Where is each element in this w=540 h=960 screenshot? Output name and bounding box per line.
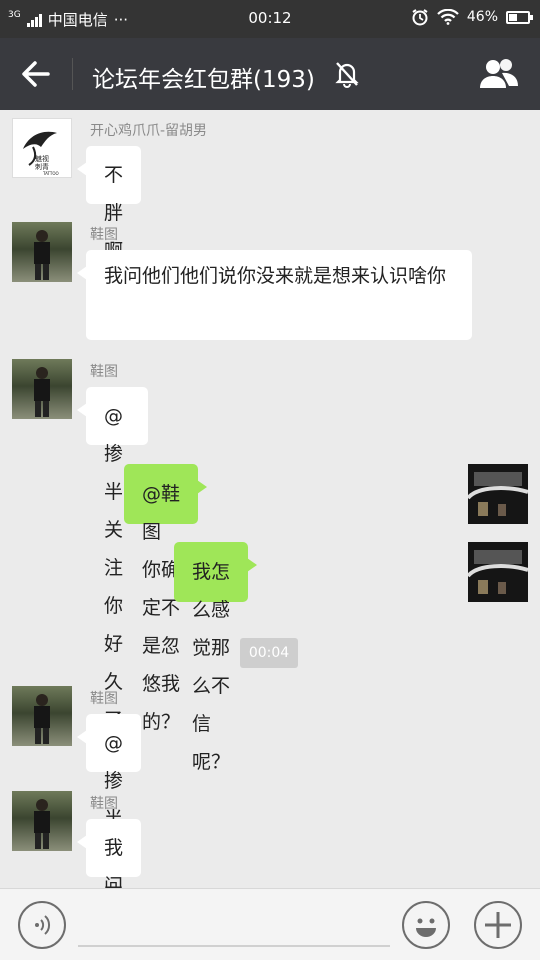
avatar[interactable] [468, 542, 528, 602]
more-button[interactable] [474, 901, 522, 949]
avatar[interactable] [12, 686, 72, 746]
message-bubble[interactable]: @掺半 你不信问万紫千红 [76, 714, 142, 944]
avatar[interactable] [12, 222, 72, 282]
header-divider [72, 58, 73, 90]
person-photo [34, 230, 50, 280]
message-bubble[interactable]: @掺半 关注你好久了 [77, 387, 148, 769]
bell-off-icon [335, 62, 359, 88]
message-bubble[interactable]: 我怎么感觉那么不信呢？ [174, 542, 257, 773]
sender-name: 鞋图 [90, 364, 118, 380]
person-photo [34, 694, 50, 744]
avatar[interactable] [468, 464, 528, 524]
person-photo [34, 367, 50, 417]
plus-icon [485, 912, 511, 938]
emoji-button[interactable] [402, 901, 450, 949]
chat-title: 论坛年会红包群(193) [92, 67, 315, 93]
arrow-left-icon[interactable] [18, 58, 54, 90]
message-bubble[interactable]: 我问他们他们说你没来就是想来认识啥你 [77, 250, 472, 340]
avatar[interactable]: 魅视 刺青 TATTOO [12, 118, 72, 178]
sender-name: 鞋图 [90, 796, 118, 812]
emoji-icon [416, 918, 436, 937]
avatar[interactable] [12, 791, 72, 851]
status-bar: 3G 中国电信 ··· 00:12 46% [0, 0, 540, 38]
chat-header: 论坛年会红包群(193) [0, 38, 540, 110]
battery-percent: 46% [466, 9, 498, 25]
tattoo-logo: 魅视刺青TATTOO [23, 131, 59, 176]
sender-name: 鞋图 [90, 691, 118, 707]
time-divider: 00:04 [240, 638, 298, 668]
message-bubble[interactable]: 我问了他们滴 [76, 819, 142, 960]
avatar[interactable] [12, 359, 72, 419]
svg-text:TATTOO: TATTOO [42, 171, 59, 176]
message-text: @掺半 关注你好久了 [104, 405, 124, 731]
photo-thumbnail [468, 464, 528, 524]
message-bubble[interactable]: 不胖啊 [76, 146, 142, 262]
sender-name: 开心鸡爪爪-留胡男 [90, 123, 208, 139]
message-bubble[interactable]: @鞋图 你确定不是忽悠我的？ [124, 464, 207, 733]
battery-icon [506, 10, 533, 24]
wifi-icon [437, 9, 459, 25]
battery-level [509, 13, 518, 21]
voice-button[interactable] [18, 901, 66, 949]
group-icon[interactable] [478, 56, 520, 90]
alarm-icon [412, 9, 428, 26]
svg-text:魅视: 魅视 [35, 154, 49, 163]
photo-thumbnail [468, 542, 528, 602]
svg-text:刺青: 刺青 [35, 162, 49, 171]
person-photo [34, 799, 50, 849]
sender-name: 鞋图 [90, 227, 118, 243]
status-right: 46% [411, 8, 533, 26]
message-input[interactable] [78, 945, 390, 947]
voice-icon [35, 915, 51, 935]
input-bar [0, 888, 540, 960]
